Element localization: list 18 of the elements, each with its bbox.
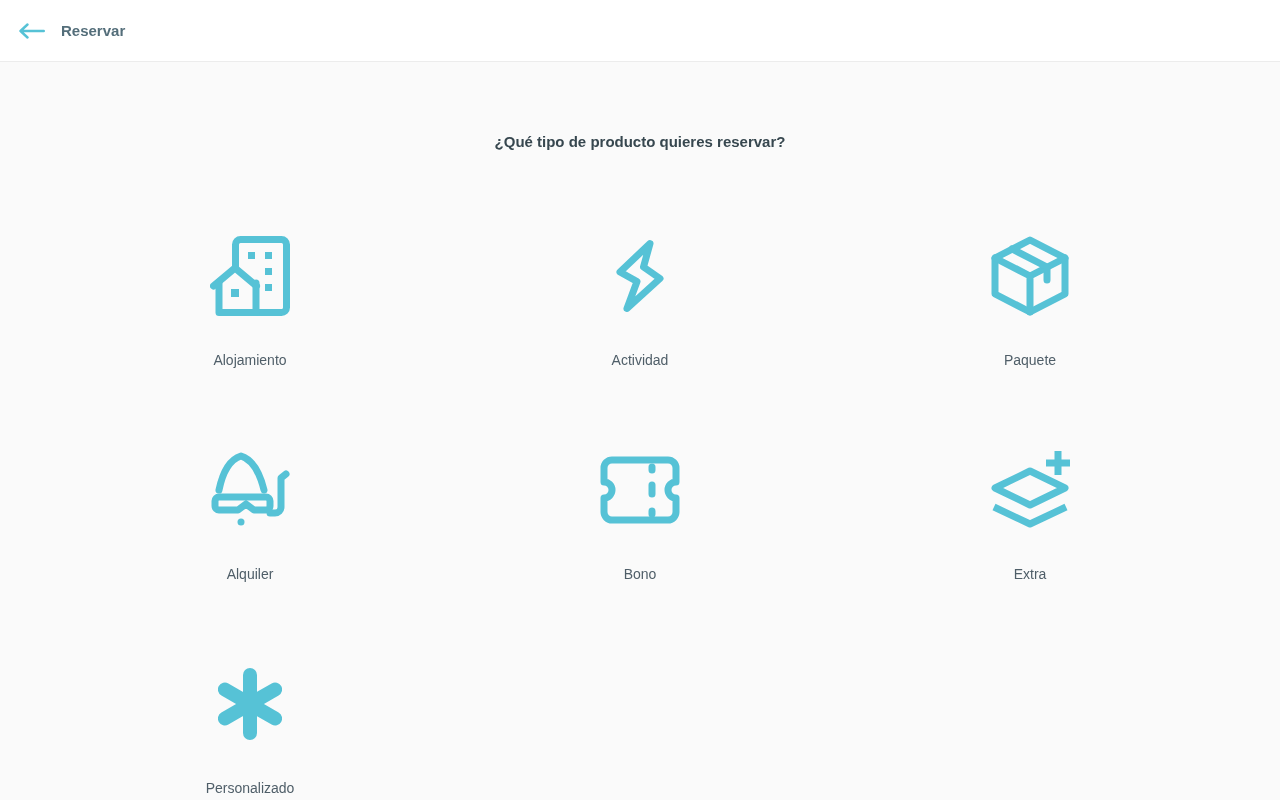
back-button[interactable] xyxy=(19,22,45,39)
back-arrow-icon xyxy=(19,22,45,39)
product-type-option[interactable]: Personalizado xyxy=(205,664,295,797)
package-box-icon xyxy=(990,236,1070,316)
product-type-option[interactable]: Actividad xyxy=(600,236,680,369)
lightning-bolt-icon xyxy=(616,239,664,313)
page-title: Reservar xyxy=(61,20,126,41)
asterisk-icon xyxy=(218,668,282,740)
ticket-icon xyxy=(600,456,680,524)
question-heading: ¿Qué tipo de producto quieres reservar? xyxy=(494,132,786,152)
product-type-option[interactable]: Alojamiento xyxy=(210,236,290,369)
product-type-option[interactable]: Bono xyxy=(600,450,680,583)
snorkel-mask-icon xyxy=(210,452,290,528)
product-type-option[interactable]: Paquete xyxy=(990,236,1070,369)
product-type-option[interactable]: Alquiler xyxy=(210,450,290,583)
building-house-icon xyxy=(210,236,290,316)
layers-plus-icon xyxy=(990,451,1070,529)
product-type-option[interactable]: Extra xyxy=(990,450,1070,583)
